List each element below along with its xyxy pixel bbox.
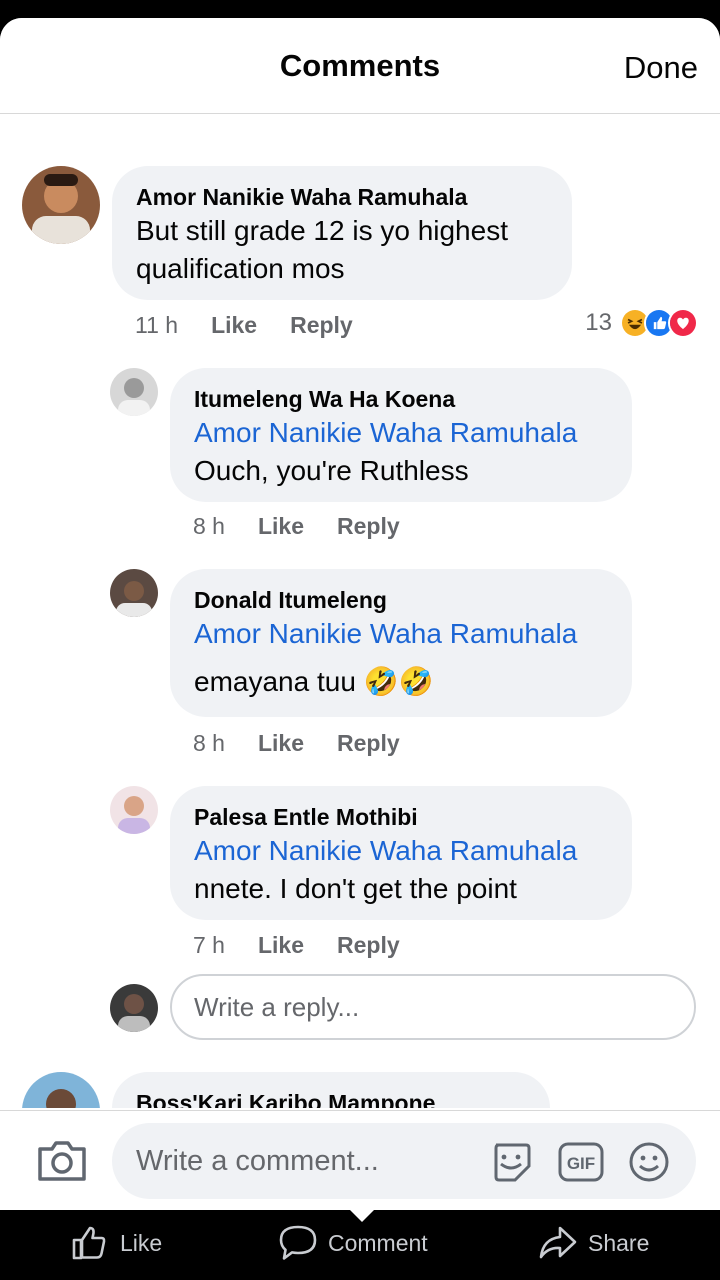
- comment-time: 8 h: [193, 513, 225, 539]
- comment-time: 7 h: [193, 932, 225, 958]
- comment-meta: 11 h Like Reply: [135, 312, 353, 339]
- rofl-emoji-icon: 🤣🤣: [363, 666, 434, 697]
- mention-link[interactable]: Amor Nanikie Waha Ramuhala: [194, 832, 608, 870]
- comment-bubble[interactable]: Donald Itumeleng Amor Nanikie Waha Ramuh…: [170, 569, 632, 717]
- avatar[interactable]: [110, 786, 158, 834]
- reply-action[interactable]: Reply: [337, 730, 400, 757]
- comment-bubble[interactable]: Itumeleng Wa Ha Koena Amor Nanikie Waha …: [170, 368, 632, 502]
- like-action[interactable]: Like: [258, 513, 304, 540]
- comment-author[interactable]: Donald Itumeleng: [194, 585, 608, 615]
- thumbs-up-icon: [72, 1226, 106, 1260]
- reactions-summary[interactable]: 13: [585, 308, 698, 338]
- emoji-icon[interactable]: [628, 1141, 670, 1183]
- comment-author[interactable]: Itumeleng Wa Ha Koena: [194, 384, 608, 414]
- like-tab[interactable]: Like: [70, 1224, 162, 1262]
- avatar[interactable]: [22, 166, 100, 244]
- comment-list[interactable]: Amor Nanikie Waha Ramuhala But still gra…: [0, 114, 720, 1108]
- comment-time: 11 h: [135, 312, 179, 338]
- sheet-pointer: [348, 1208, 376, 1222]
- love-icon: [668, 308, 698, 338]
- share-tab[interactable]: Share: [538, 1224, 649, 1262]
- reply-action[interactable]: Reply: [337, 932, 400, 959]
- reply-action[interactable]: Reply: [337, 513, 400, 540]
- reply-action[interactable]: Reply: [290, 312, 353, 339]
- like-action[interactable]: Like: [211, 312, 257, 339]
- avatar[interactable]: [110, 569, 158, 617]
- gif-icon[interactable]: GIF: [558, 1141, 604, 1183]
- comment-meta: 8 h Like Reply: [193, 513, 400, 540]
- like-tab-label: Like: [120, 1229, 163, 1256]
- sticker-icon[interactable]: [490, 1141, 532, 1183]
- comment-bubble[interactable]: Palesa Entle Mothibi Amor Nanikie Waha R…: [170, 786, 632, 920]
- comment-bubble[interactable]: Boss'Kari Karibo Mampone: [112, 1072, 550, 1108]
- comments-header: Comments Done: [0, 18, 720, 114]
- comment-author[interactable]: Amor Nanikie Waha Ramuhala: [136, 182, 548, 212]
- avatar[interactable]: [110, 368, 158, 416]
- reply-input[interactable]: Write a reply...: [170, 974, 696, 1040]
- comment-text-line: qualification mos: [136, 253, 345, 284]
- comment-text: Ouch, you're Ruthless: [194, 455, 469, 486]
- camera-icon[interactable]: [36, 1137, 88, 1183]
- comment-icon: [279, 1225, 317, 1260]
- comment-input[interactable]: Write a comment... GIF: [112, 1123, 696, 1199]
- page-title: Comments: [279, 48, 441, 83]
- like-action[interactable]: Like: [258, 932, 304, 959]
- comment-time: 8 h: [193, 730, 225, 756]
- comment-text-body: emayana tuu: [194, 666, 356, 697]
- comment-meta: 7 h Like Reply: [193, 932, 400, 959]
- my-avatar: [110, 984, 158, 1032]
- comment-author[interactable]: Boss'Kari Karibo Mampone: [136, 1088, 526, 1108]
- comment-text: emayana tuu 🤣🤣: [194, 663, 608, 701]
- avatar[interactable]: [22, 1072, 100, 1108]
- comment-text-line: But still grade 12 is yo highest: [136, 215, 508, 246]
- comment-author[interactable]: Palesa Entle Mothibi: [194, 802, 608, 832]
- mention-link[interactable]: Amor Nanikie Waha Ramuhala: [194, 414, 608, 452]
- mention-link[interactable]: Amor Nanikie Waha Ramuhala: [194, 615, 608, 653]
- share-icon: [539, 1226, 577, 1259]
- comment-text: nnete. I don't get the point: [194, 873, 517, 904]
- share-tab-label: Share: [588, 1229, 650, 1256]
- comment-tab[interactable]: Comment: [278, 1224, 428, 1262]
- comment-input-placeholder: Write a comment...: [136, 1145, 379, 1177]
- comment-meta: 8 h Like Reply: [193, 730, 400, 757]
- like-action[interactable]: Like: [258, 730, 304, 757]
- post-action-bar: Like Comment Share: [0, 1208, 720, 1280]
- comment-bubble[interactable]: Amor Nanikie Waha Ramuhala But still gra…: [112, 166, 572, 300]
- gif-label: GIF: [567, 1154, 595, 1173]
- comments-sheet: Comments Done Amor Nanikie Waha Ramuhala…: [0, 18, 720, 1210]
- comment-tab-label: Comment: [328, 1229, 428, 1256]
- reaction-count: 13: [585, 309, 612, 336]
- comment-composer: Write a comment... GIF: [0, 1110, 720, 1210]
- done-button[interactable]: Done: [624, 50, 698, 86]
